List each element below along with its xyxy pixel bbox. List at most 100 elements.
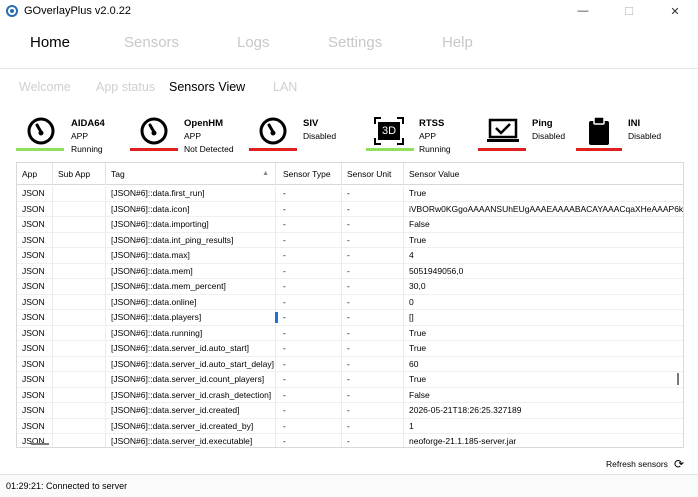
cell-sub-app <box>53 294 106 310</box>
maximize-button[interactable]: ☐ <box>606 0 652 22</box>
refresh-sensors-button[interactable]: Refresh sensors ⟳ <box>606 457 684 471</box>
cell-tag: [JSON#6]::data.first_run] <box>106 186 276 202</box>
table-header: App Sub App Tag ▲ Sensor Type Sensor Uni… <box>17 163 683 185</box>
title-bar: GOverlayPlus v2.0.22 — ☐ ✕ <box>0 0 698 22</box>
column-header-tag-label: Tag <box>111 169 125 179</box>
cell-app: JSON <box>17 372 53 388</box>
cell-sensor-value: [] <box>409 312 414 322</box>
cell-sensor-unit: - <box>342 356 404 372</box>
column-header-sub-app[interactable]: Sub App <box>53 163 106 185</box>
cell-sub-app <box>53 279 106 295</box>
cell-sub-app <box>53 372 106 388</box>
column-header-sensor-value[interactable]: Sensor Value <box>404 163 683 185</box>
cell-sensor-value: 4 <box>409 250 414 260</box>
cell-sensor-unit: - <box>342 217 404 233</box>
cell-app: JSON <box>17 294 53 310</box>
cell-sensor-value: True <box>409 374 427 384</box>
cell-sensor-type: - <box>278 217 342 233</box>
table-row[interactable]: JSON [JSON#6]::data.server_id.created_by]… <box>17 418 683 434</box>
table-row[interactable]: JSON [JSON#6]::data.players] - -[] <box>17 310 683 326</box>
column-header-app[interactable]: App <box>17 163 53 185</box>
sensor-name: OpenHM <box>184 118 224 129</box>
cell-sensor-type: - <box>278 372 342 388</box>
app-logo-icon <box>6 5 18 17</box>
gauge-icon <box>259 117 287 145</box>
cell-sensor-value: iVBORw0KGgoAAAANSUhEUgAAAEAAAABACAYAAACq… <box>409 203 684 214</box>
cell-sub-app <box>53 263 106 279</box>
cell-sensor-type: - <box>278 248 342 264</box>
main-nav: Home Sensors Logs Settings Help <box>0 28 698 62</box>
cell-sensor-value: 60 <box>409 358 419 369</box>
cell-app: JSON <box>17 201 53 217</box>
table-row[interactable]: JSON [JSON#6]::data.importing] - - False <box>17 217 683 233</box>
cell-sensor-value: 2026-05-21T18:26:25.327189 <box>409 405 522 415</box>
table-row[interactable]: JSON [JSON#6]::data.mem] - -5051949056,0 <box>17 263 683 279</box>
table-row[interactable]: JSON [JSON#6]::data.server_id.executable]… <box>17 434 683 447</box>
cell-app: JSON <box>17 232 53 248</box>
clipboard-icon <box>589 116 609 145</box>
sensor-name: RTSS <box>419 118 445 129</box>
sensor-name: Ping <box>532 118 553 129</box>
status-bar <box>366 148 414 151</box>
cell-app: JSON <box>17 418 53 434</box>
subtab-welcome[interactable]: Welcome <box>19 80 71 94</box>
table-row[interactable]: JSON [JSON#6]::data.int_ping_results] - - Tr… <box>17 232 683 248</box>
cell-sub-app <box>53 387 106 403</box>
cell-sensor-unit: - <box>342 186 404 202</box>
cell-sub-app <box>53 232 106 248</box>
cell-sensor-type: - <box>278 356 342 372</box>
minimize-button[interactable]: — <box>560 0 606 22</box>
close-button[interactable]: ✕ <box>652 0 698 22</box>
cell-app: JSON <box>17 279 53 295</box>
table-row[interactable]: JSON [JSON#6]::data.server_id.count_playe… <box>17 372 683 388</box>
table-row[interactable]: JSON [JSON#6]::data.server_id.created] - -2… <box>17 403 683 419</box>
cell-sensor-unit: - <box>342 434 404 447</box>
cell-app: JSON <box>17 403 53 419</box>
table-row[interactable]: JSON [JSON#6]::data.server_id.crash_detec… <box>17 387 683 403</box>
column-header-tag[interactable]: Tag ▲ <box>106 163 276 185</box>
sensor-type: APP <box>419 131 437 141</box>
tab-home[interactable]: Home <box>30 34 70 51</box>
sensor-name: INI <box>628 118 641 129</box>
sensor-status: Not Detected <box>184 144 234 154</box>
table-row[interactable]: JSON [JSON#6]::data.running] - - True <box>17 325 683 341</box>
table-row[interactable]: JSON [JSON#6]::data.server_id.auto_start_… <box>17 356 683 372</box>
cell-sensor-value: False <box>409 389 430 400</box>
table-row[interactable]: JSON [JSON#6]::data.max] - -4 <box>17 248 683 264</box>
cell-tag: [JSON#6]::data.running] <box>106 325 276 341</box>
sensor-table[interactable]: App Sub App Tag ▲ Sensor Type Sensor Uni… <box>16 162 684 448</box>
cell-sensor-type: - <box>278 263 342 279</box>
cell-tag: [JSON#6]::data.importing] <box>106 217 276 233</box>
tab-logs[interactable]: Logs <box>237 34 270 51</box>
cell-sub-app <box>53 248 106 264</box>
cell-sub-app <box>53 310 106 326</box>
horizontal-scrollbar[interactable] <box>31 443 49 445</box>
cell-tag: [JSON#6]::data.server_id.auto_start] <box>106 341 276 357</box>
sensor-type: Disabled <box>532 131 566 141</box>
column-header-sensor-type[interactable]: Sensor Type <box>278 163 342 185</box>
subtab-sensors-view[interactable]: Sensors View <box>169 80 245 94</box>
tab-help[interactable]: Help <box>442 34 473 51</box>
cell-tag: [JSON#6]::data.server_id.created_by] <box>106 418 276 434</box>
status-bar <box>478 148 526 151</box>
table-row[interactable]: JSON [JSON#6]::data.server_id.auto_start]… <box>17 341 683 357</box>
cell-sub-app <box>53 434 106 447</box>
cell-sensor-unit: - <box>342 325 404 341</box>
tab-settings[interactable]: Settings <box>328 34 382 51</box>
cell-tag: [JSON#6]::data.online] <box>106 294 276 310</box>
cell-app: JSON <box>17 434 53 447</box>
table-row[interactable]: JSON [JSON#6]::data.online] - -0 <box>17 294 683 310</box>
cell-tag: [JSON#6]::data.max] <box>106 248 276 264</box>
tab-sensors[interactable]: Sensors <box>124 34 179 51</box>
subtab-lan[interactable]: LAN <box>273 80 297 94</box>
cell-sensor-unit: - <box>342 294 404 310</box>
column-header-sensor-unit[interactable]: Sensor Unit <box>342 163 404 185</box>
cell-sensor-unit: - <box>342 310 404 326</box>
cell-sensor-value: 5051949056,0 <box>409 265 464 276</box>
table-row[interactable]: JSON [JSON#6]::data.icon] - - iVBORw0KGgoAAA… <box>17 201 684 217</box>
table-row[interactable]: JSON [JSON#6]::data.mem_percent] - -30,0 <box>17 279 683 295</box>
table-row[interactable]: JSON [JSON#6]::data.first_run] - - True <box>17 186 683 202</box>
vertical-scrollbar[interactable] <box>677 373 679 385</box>
subtab-app-status[interactable]: App status <box>96 80 155 94</box>
sensor-name: AIDA64 <box>71 118 105 129</box>
